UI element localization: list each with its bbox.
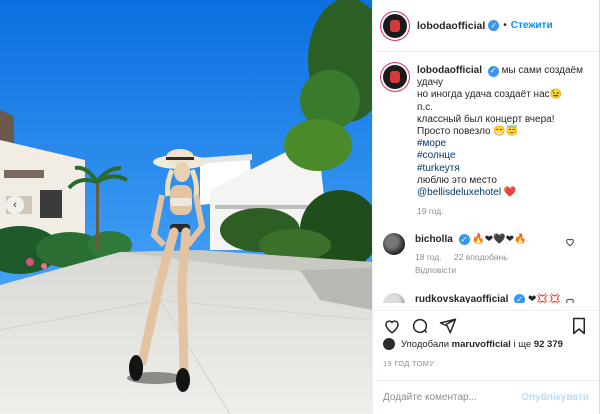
- photo-scene: [0, 0, 372, 414]
- caption: lobodaofficial ✓ мы сами создаём удачу н…: [383, 65, 589, 217]
- post-photo[interactable]: ‹: [0, 0, 372, 414]
- heart-emoji: ❤️: [503, 187, 517, 199]
- comment-meta: 18 год. 22 вподобань: [415, 251, 575, 264]
- author-avatar[interactable]: [383, 13, 407, 38]
- hashtag-link[interactable]: #солнце: [417, 150, 587, 162]
- commenter-avatar[interactable]: [383, 293, 405, 303]
- action-bar: [373, 310, 599, 340]
- verified-icon: ✓: [488, 20, 500, 31]
- post-timestamp[interactable]: 19 ГОД ТОМУ: [383, 359, 434, 368]
- author-username[interactable]: lobodaofficial: [417, 20, 485, 32]
- caption-tail: люблю это место: [417, 174, 497, 186]
- caption-line: классный был концерт вчера!: [417, 113, 555, 125]
- commenter-username[interactable]: rudkovskayaofficial: [415, 294, 508, 303]
- comment-item: bicholla ✓ 🔥❤🖤❤🔥 18 год. 22 вподобань Ві…: [383, 233, 589, 277]
- mention-link[interactable]: @bellisdeluxehotel: [417, 187, 501, 198]
- caption-avatar[interactable]: [383, 65, 407, 89]
- add-comment-bar: Додайте коментар... Опублікувати: [373, 380, 599, 414]
- comments-list[interactable]: lobodaofficial ✓ мы сами создаём удачу н…: [373, 53, 599, 303]
- likes-prefix: Уподобали: [401, 338, 450, 350]
- comment-item: rudkovskayaofficial ✓ ❤💢💢: [383, 293, 589, 303]
- separator-dot: •: [503, 20, 507, 31]
- comment-body: bicholla ✓ 🔥❤🖤❤🔥 18 год. 22 вподобань Ві…: [415, 233, 575, 277]
- comment-input[interactable]: Додайте коментар...: [383, 392, 477, 403]
- comment-likes[interactable]: 22 вподобань: [454, 252, 508, 262]
- like-heart-icon[interactable]: [383, 317, 401, 335]
- instagram-post-modal: ‹ lobodaofficial ✓ • Стежити lobodaoffic…: [0, 0, 600, 414]
- caption-line: п.с.: [417, 101, 433, 113]
- hashtag-link[interactable]: #turkeyтя: [417, 163, 587, 175]
- bookmark-save-icon[interactable]: [571, 317, 587, 335]
- follow-button[interactable]: Стежити: [511, 20, 553, 31]
- comment-like-icon[interactable]: [565, 237, 575, 247]
- commenter-username[interactable]: bicholla: [415, 234, 453, 245]
- post-panel: lobodaofficial ✓ • Стежити lobodaofficia…: [372, 0, 600, 414]
- likes-summary: Уподобали maruvofficial і ще 92 379: [383, 338, 563, 350]
- comment-bubble-icon[interactable]: [411, 317, 429, 335]
- publish-button[interactable]: Опублікувати: [521, 392, 589, 403]
- liker-username[interactable]: maruvofficial: [452, 339, 511, 350]
- hashtag-link[interactable]: #море: [417, 138, 587, 150]
- carousel-prev-icon[interactable]: ‹: [6, 196, 24, 214]
- caption-line: но иногда удача создаёт нас😉: [417, 89, 563, 101]
- verified-icon: ✓: [458, 234, 470, 246]
- comment-like-icon[interactable]: [565, 297, 575, 303]
- caption-line: мы сами создаём: [501, 65, 583, 76]
- comment-text: ❤💢💢: [527, 294, 562, 303]
- comment-text: 🔥❤🖤❤🔥: [472, 234, 527, 246]
- verified-icon: ✓: [487, 65, 499, 77]
- commenter-avatar[interactable]: [383, 233, 405, 256]
- share-send-icon[interactable]: [439, 317, 457, 335]
- comment-time[interactable]: 18 год.: [415, 252, 442, 262]
- caption-line: удачу: [417, 77, 444, 89]
- post-header: lobodaofficial ✓ • Стежити: [373, 0, 599, 52]
- comment-body: rudkovskayaofficial ✓ ❤💢💢: [415, 293, 575, 303]
- caption-time[interactable]: 19 год.: [417, 205, 587, 217]
- reply-button[interactable]: Відповісти: [415, 264, 575, 277]
- verified-icon: ✓: [514, 294, 526, 303]
- liker-avatar[interactable]: [383, 338, 395, 350]
- caption-body: lobodaofficial ✓ мы сами создаём удачу н…: [417, 65, 587, 217]
- likes-count[interactable]: 92 379: [534, 339, 563, 350]
- likes-suffix: і ще: [513, 338, 532, 350]
- caption-line: Просто повезло 😁😇: [417, 126, 519, 138]
- caption-username[interactable]: lobodaofficial: [417, 65, 482, 76]
